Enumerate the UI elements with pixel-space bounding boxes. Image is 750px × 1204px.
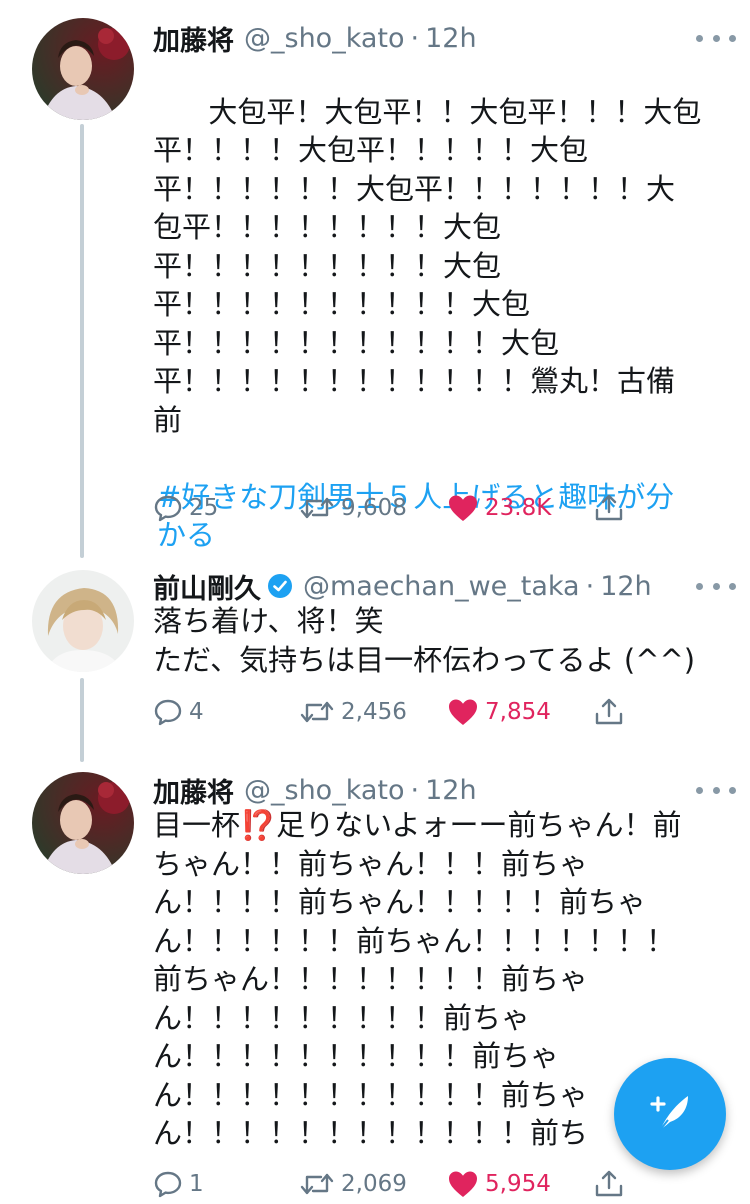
tweet-header: 前山剛久 @maechan_we_taka · 12h [153, 566, 730, 606]
user-handle[interactable]: @_sho_kato [244, 775, 405, 806]
retweet-button[interactable]: 2,456 [299, 692, 407, 732]
retweet-button[interactable]: 2,069 [299, 1164, 407, 1204]
tweet-text-prefix: 目一杯 [153, 808, 241, 842]
reply-button[interactable]: 1 [153, 1164, 204, 1204]
retweet-count: 2,069 [341, 1171, 407, 1197]
more-options-icon[interactable] [696, 576, 736, 596]
tweet-text: 大包平！大包平！！大包平！！！大包 平！！！！大包平！！！！！大包 平！！！！！… [153, 94, 702, 437]
user-handle[interactable]: @_sho_kato [244, 23, 405, 54]
retweet-count: 2,456 [341, 699, 407, 725]
tweet-actions: 1 2,069 5,954 [153, 1164, 653, 1204]
timeline: 加藤将 @_sho_kato · 12h 大包平！大包平！！大包平！！！大包 平… [0, 0, 750, 1204]
display-name[interactable]: 加藤将 [153, 771, 234, 810]
reply-count: 4 [189, 699, 204, 725]
timestamp[interactable]: 12h [600, 571, 651, 602]
like-count: 23.8K [485, 495, 552, 521]
separator-dot: · [410, 22, 420, 54]
display-name[interactable]: 加藤将 [153, 19, 234, 58]
tweet[interactable]: 前山剛久 @maechan_we_taka · 12h 落ち着け、将！笑 ただ、… [0, 558, 750, 754]
reply-button[interactable]: 25 [153, 488, 218, 528]
compose-tweet-button[interactable] [614, 1058, 726, 1170]
separator-dot: · [410, 774, 420, 806]
more-options-icon[interactable] [696, 780, 736, 800]
interrobang-emoji: ⁉️ [240, 808, 277, 842]
reply-button[interactable]: 4 [153, 692, 204, 732]
heart-icon [447, 697, 479, 727]
tweet-header: 加藤将 @_sho_kato · 12h [153, 770, 730, 810]
share-button[interactable] [593, 1164, 625, 1204]
verified-badge-icon [267, 573, 293, 599]
more-options-icon[interactable] [696, 28, 736, 48]
share-icon [593, 696, 625, 728]
timestamp[interactable]: 12h [425, 23, 476, 54]
tweet-actions: 25 9,608 23.8K [153, 488, 653, 528]
share-icon [593, 492, 625, 524]
display-name[interactable]: 前山剛久 [153, 567, 261, 606]
share-button[interactable] [593, 488, 625, 528]
like-button[interactable]: 5,954 [447, 1164, 551, 1204]
reply-icon [153, 697, 183, 727]
retweet-icon [299, 1169, 335, 1199]
like-button[interactable]: 23.8K [447, 488, 551, 528]
like-button[interactable]: 7,854 [447, 692, 551, 732]
share-icon [593, 1168, 625, 1200]
like-count: 5,954 [485, 1171, 551, 1197]
tweet-text-container: 大包平！大包平！！大包平！！！大包 平！！！！大包平！！！！！大包 平！！！！！… [153, 54, 723, 632]
tweet-text: 足りないよォーー前ちゃん！前 ちゃん！！前ちゃん！！！前ちゃ ん！！！！前ちゃん… [153, 808, 682, 1150]
retweet-count: 9,608 [341, 495, 407, 521]
avatar[interactable] [32, 570, 134, 672]
retweet-icon [299, 493, 335, 523]
retweet-button[interactable]: 9,608 [299, 488, 407, 528]
share-button[interactable] [593, 692, 625, 732]
reply-count: 25 [189, 495, 219, 521]
reply-count: 1 [189, 1171, 204, 1197]
reply-icon [153, 1169, 183, 1199]
retweet-icon [299, 697, 335, 727]
like-count: 7,854 [485, 699, 551, 725]
tweet-text: 落ち着け、将！笑 ただ、気持ちは目一杯伝わってるよ (^^) [153, 604, 696, 677]
tweet[interactable]: 加藤将 @_sho_kato · 12h 大包平！大包平！！大包平！！！大包 平… [0, 10, 750, 552]
reply-icon [153, 493, 183, 523]
tweet-header: 加藤将 @_sho_kato · 12h [153, 18, 730, 58]
separator-dot: · [585, 570, 595, 602]
user-handle[interactable]: @maechan_we_taka [303, 571, 580, 602]
avatar[interactable] [32, 772, 134, 874]
heart-icon [447, 1169, 479, 1199]
avatar[interactable] [32, 18, 134, 120]
timestamp[interactable]: 12h [425, 775, 476, 806]
compose-tweet-icon [642, 1084, 698, 1144]
heart-icon [447, 493, 479, 523]
tweet-actions: 4 2,456 7,854 [153, 692, 653, 732]
